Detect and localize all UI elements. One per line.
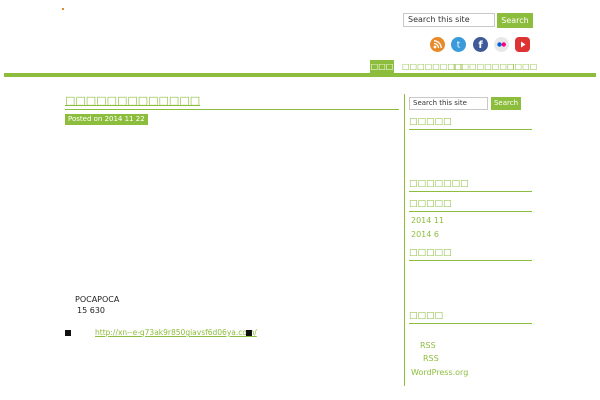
sidebar-search-input[interactable]: Search this site xyxy=(409,97,488,110)
nav-underline-bar xyxy=(4,73,596,77)
sidebar-heading-rule xyxy=(409,191,532,192)
facebook-icon[interactable]: f xyxy=(473,37,488,52)
sidebar-heading-meta: □□□□ xyxy=(409,311,444,321)
header-search-button[interactable]: Search xyxy=(497,13,533,28)
sidebar-divider xyxy=(404,94,405,386)
post-date-badge: Posted on 2014 11 22 xyxy=(65,114,148,125)
header-search-input[interactable]: Search this site xyxy=(403,13,495,27)
post-link[interactable]: http://xn--e-q73ak9r850giavsf6d06ya.com/ xyxy=(95,328,257,337)
sidebar-heading-rule xyxy=(409,129,532,130)
sidebar-search-button[interactable]: Search xyxy=(491,97,521,110)
meta-link-wordpress[interactable]: WordPress.org xyxy=(411,368,468,377)
youtube-icon[interactable] xyxy=(515,37,530,52)
nav-item-home[interactable]: □□□ xyxy=(370,60,394,73)
post-text-line: POCAPOCA xyxy=(75,295,120,304)
post-text-line: 15 630 xyxy=(77,306,105,315)
nav-item-4[interactable]: □□□□ xyxy=(507,60,537,73)
archive-link[interactable]: 2014 11 xyxy=(411,216,444,225)
sidebar-heading-rule xyxy=(409,211,532,212)
sidebar-heading: □□□□□ xyxy=(409,117,452,127)
site-logo-mark xyxy=(62,8,64,10)
bullet-square-icon xyxy=(65,330,71,336)
meta-link-rss[interactable]: RSS xyxy=(420,341,436,350)
sidebar-heading: □□□□□□□ xyxy=(409,179,469,189)
twitter-icon[interactable]: t xyxy=(451,37,466,52)
sidebar-heading-archives: □□□□□ xyxy=(409,199,452,209)
sidebar-heading: □□□□□ xyxy=(409,248,452,258)
rss-icon[interactable] xyxy=(430,37,445,52)
sidebar-heading-rule xyxy=(409,323,532,324)
svg-text:f: f xyxy=(478,40,483,51)
svg-text:t: t xyxy=(457,41,461,51)
post-title[interactable]: □□□□□□□□□□□□□ xyxy=(65,94,200,107)
bullet-square-icon xyxy=(246,330,252,336)
nav-item-3[interactable]: □□□□□□□□ xyxy=(454,60,514,73)
archive-link[interactable]: 2014 6 xyxy=(411,230,439,239)
sidebar-heading-rule xyxy=(409,260,532,261)
meta-link-comments-rss[interactable]: RSS xyxy=(423,354,439,363)
flickr-icon[interactable] xyxy=(494,37,509,52)
post-title-divider xyxy=(65,109,399,110)
